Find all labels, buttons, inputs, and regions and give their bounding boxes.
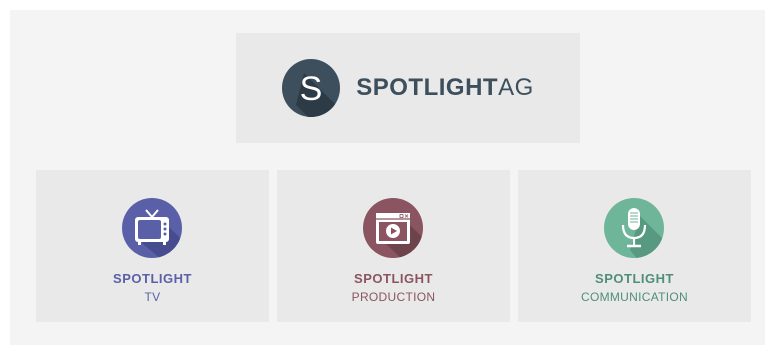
card-spotlight-tv[interactable]: SPOTLIGHT TV xyxy=(36,170,269,322)
card-spotlight-communication[interactable]: SPOTLIGHT COMMUNICATION xyxy=(518,170,751,322)
video-player-icon xyxy=(363,198,423,258)
card-subtitle: PRODUCTION xyxy=(351,290,436,304)
card-title: SPOTLIGHT xyxy=(113,271,192,286)
brand-name-bold: SPOTLIGHT xyxy=(356,74,499,101)
tv-icon xyxy=(122,198,182,258)
svg-text:S: S xyxy=(300,70,323,108)
main-logo-card[interactable]: S SPOTLIGHTAG xyxy=(236,33,580,143)
spotlight-ag-logo: S SPOTLIGHTAG xyxy=(282,59,534,117)
card-title: SPOTLIGHT xyxy=(354,271,433,286)
brand-name: SPOTLIGHTAG xyxy=(356,74,534,102)
brand-name-light: AG xyxy=(498,74,534,101)
card-title: SPOTLIGHT xyxy=(595,271,674,286)
card-subtitle: COMMUNICATION xyxy=(580,290,688,304)
card-spotlight-production[interactable]: SPOTLIGHT PRODUCTION xyxy=(277,170,510,322)
card-subtitle: TV xyxy=(144,290,161,304)
microphone-icon xyxy=(604,198,664,258)
s-logo-icon: S xyxy=(282,59,341,117)
